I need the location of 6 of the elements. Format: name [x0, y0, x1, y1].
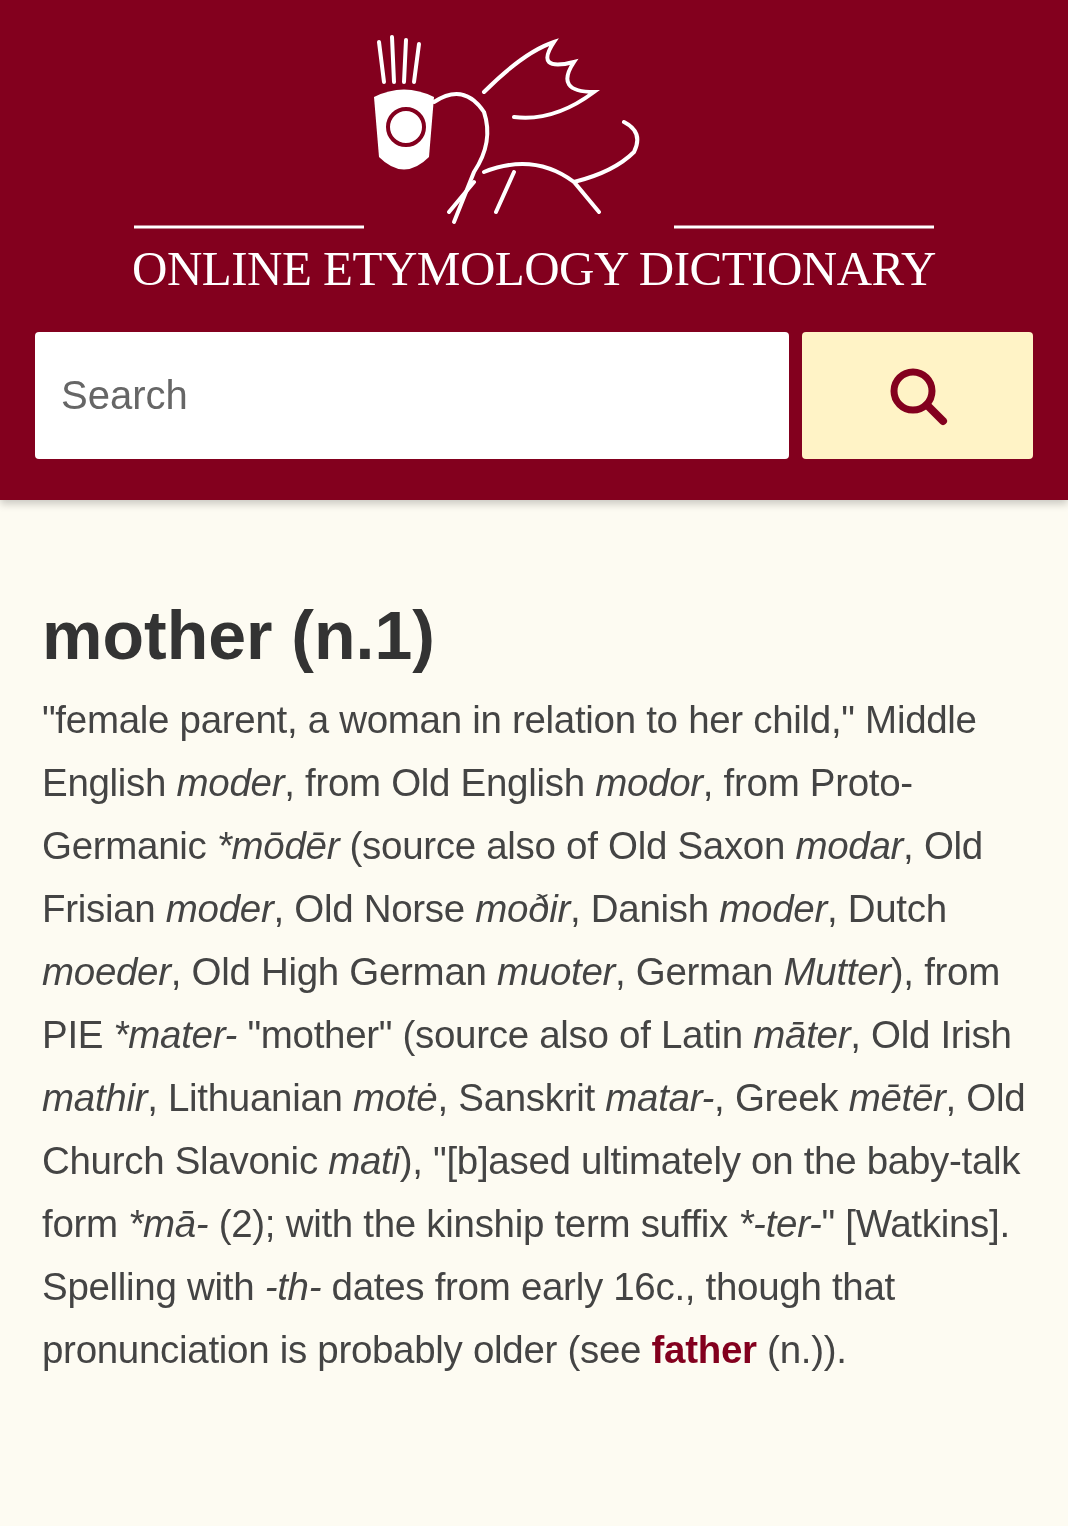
site-title: ONLINE ETYMOLOGY DICTIONARY: [132, 241, 936, 297]
search-field[interactable]: Search: [35, 332, 789, 459]
father-link[interactable]: father: [651, 1328, 757, 1371]
definition-paragraph: "female parent, a woman in relation to her child," Middle English moder, from Old English modor, from Proto-Germanic *mōdēr (source also of Old Saxon modar, Old Frisian moder, Old Norse moðir, Danish moder, Dutch moeder, Old High German muoter, German Mutter), from PIE *mater- "mother" (source also of Latin māter, Old Irish mathir, Lithuanian motė, Sanskrit matar-, Greek mētēr, Old Church Slavonic mati), "[b]ased ultimately on the baby-talk form *mā- (2); with the kinship term suffix *-ter-" [Watkins]. Spelling with -th- dates from early 16c., though that pronunciation is probably older (see father (n.)).: [42, 697, 1026, 1373]
search-button[interactable]: [802, 332, 1033, 459]
entry-heading: mother (n.1): [42, 596, 436, 675]
